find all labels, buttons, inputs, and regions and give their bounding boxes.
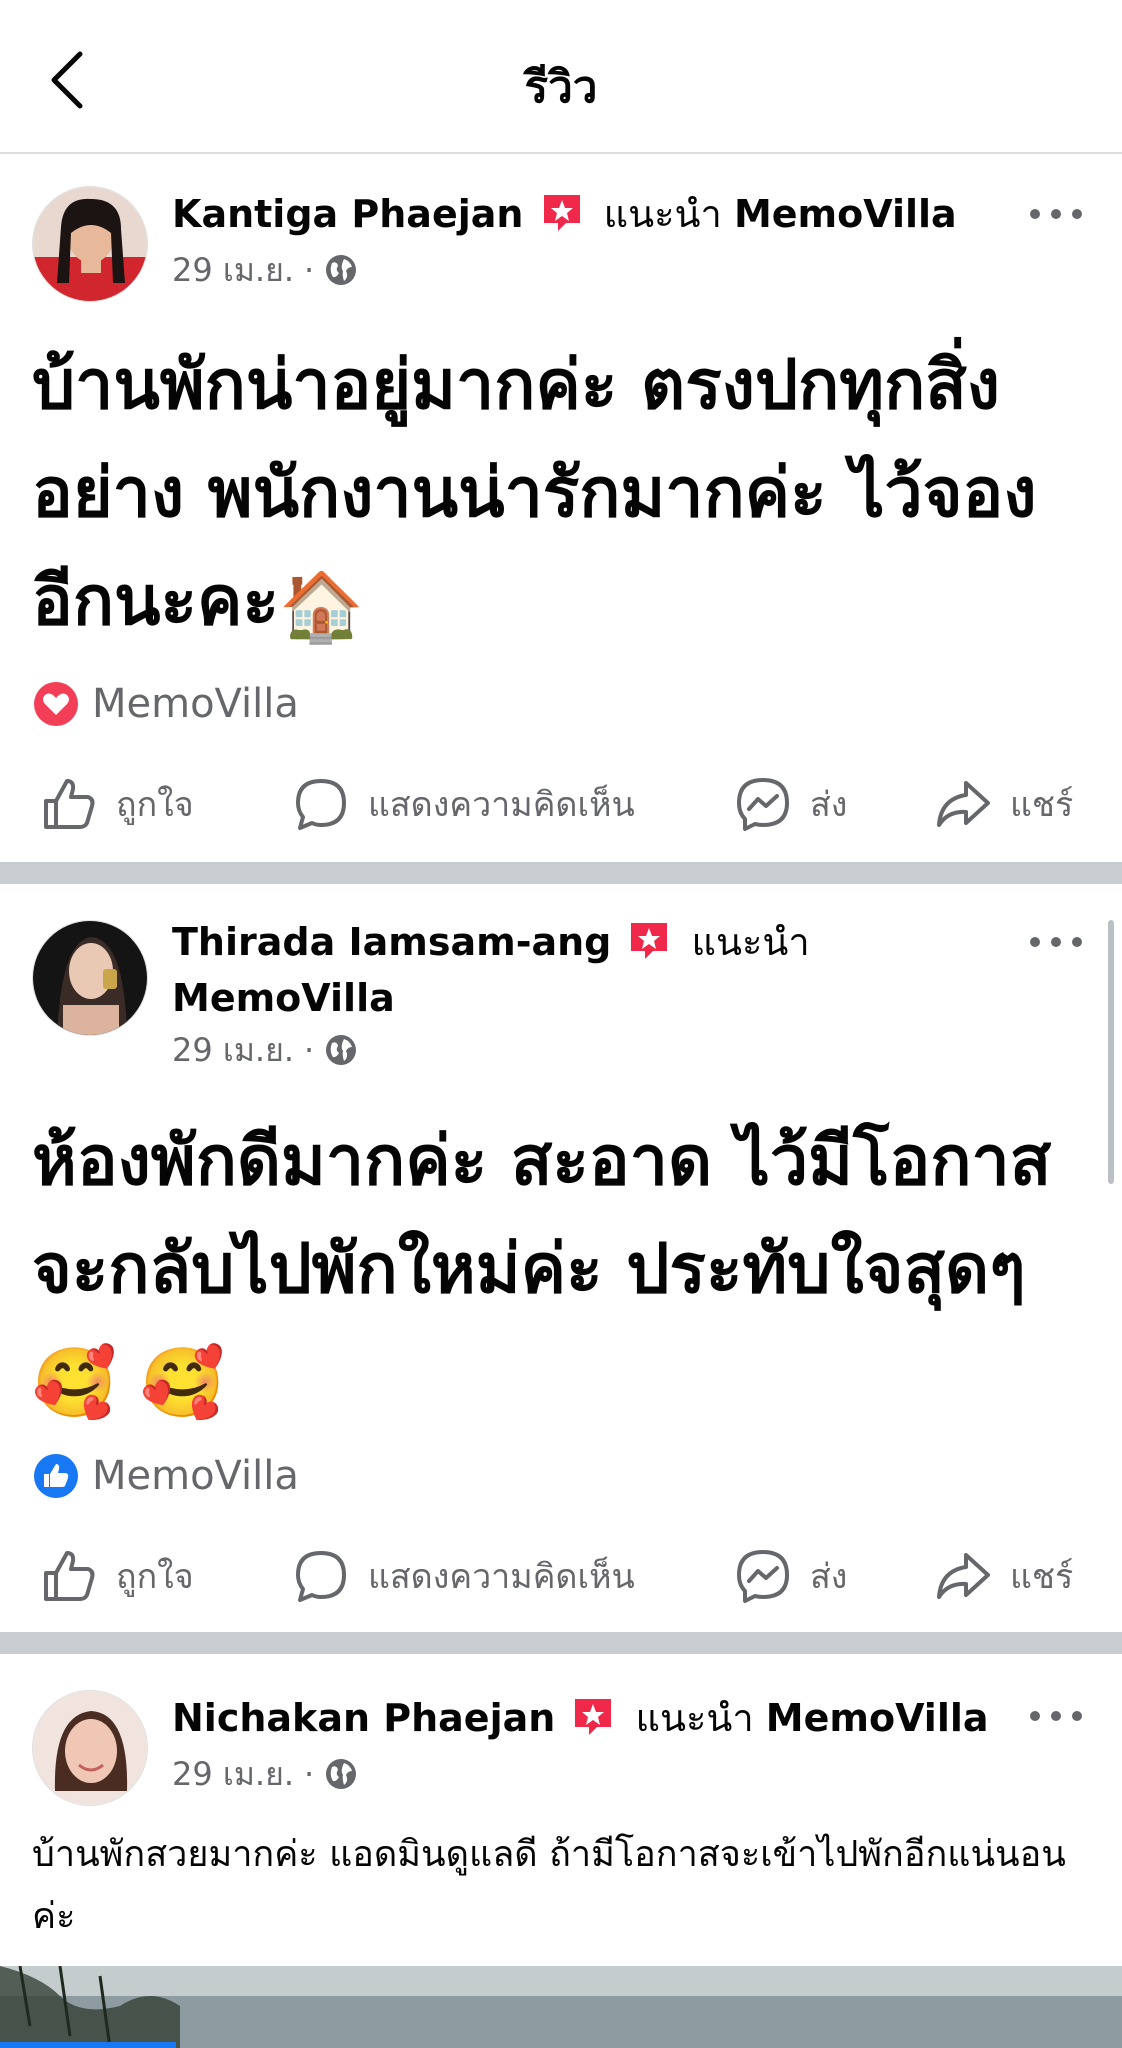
- thumbs-up-icon: [44, 1551, 95, 1601]
- globe-icon: [326, 1035, 357, 1065]
- author-name[interactable]: Nichakan Phaejan: [172, 1696, 555, 1740]
- globe-icon: [326, 1759, 357, 1789]
- share-arrow-icon: [937, 781, 990, 827]
- like-button[interactable]: ถูกใจ: [40, 1536, 194, 1616]
- page-name[interactable]: MemoVilla: [766, 1696, 989, 1740]
- review-text: บ้านพักสวยมากค่ะ แอดมินดูแลดี ถ้ามีโอกาส…: [32, 1834, 1066, 1937]
- reaction-label: MemoVilla: [92, 1453, 299, 1499]
- page-title: รีวิว: [524, 62, 598, 113]
- comment-label: แสดงความคิดเห็น: [368, 785, 635, 825]
- action-bar: ถูกใจ แสดงความคิดเห็น ส่ง แชร์: [0, 764, 1122, 844]
- review-card: Nichakan Phaejan แนะนำ MemoVilla 29 เม.ย…: [0, 1654, 1122, 1966]
- photo-progress-indicator: [0, 2042, 176, 2048]
- review-header: Nichakan Phaejan แนะนำ MemoVilla: [172, 1690, 1012, 1746]
- post-date[interactable]: 29 เม.ย.: [172, 245, 294, 296]
- reaction-label: MemoVilla: [92, 681, 299, 727]
- like-label: ถูกใจ: [116, 785, 194, 825]
- beach-photo-preview: [0, 1966, 1122, 2048]
- avatar[interactable]: [32, 1690, 148, 1806]
- like-label: ถูกใจ: [116, 1557, 194, 1597]
- review-card: Kantiga Phaejan แนะนำ MemoVilla 29 เม.ย.…: [0, 156, 1122, 860]
- reaction-summary[interactable]: MemoVilla: [32, 676, 299, 732]
- page-name[interactable]: MemoVilla: [172, 976, 395, 1020]
- more-options-button[interactable]: [1030, 932, 1082, 952]
- post-meta: 29 เม.ย. ·: [172, 248, 358, 292]
- avatar[interactable]: [32, 186, 148, 302]
- avatar[interactable]: [32, 920, 148, 1036]
- smiling-hearts-emoji-icon: 🥰 🥰: [32, 1344, 226, 1423]
- post-meta: 29 เม.ย. ·: [172, 1752, 358, 1796]
- more-options-button[interactable]: [1030, 1706, 1082, 1726]
- review-text: บ้านพักน่าอยู่มากค่ะ ตรงปกทุกสิ่งอย่าง พ…: [32, 332, 1082, 662]
- messenger-icon: [737, 1550, 789, 1603]
- send-button[interactable]: ส่ง: [734, 764, 847, 844]
- review-header: Thirada Iamsam-ang แนะนำ MemoVilla: [172, 914, 1012, 1026]
- divider: [0, 1632, 1122, 1654]
- heart-reaction-icon: [34, 682, 78, 726]
- dot-separator: ·: [304, 1031, 315, 1069]
- recommend-badge-icon: [631, 923, 668, 959]
- share-button[interactable]: แชร์: [934, 764, 1073, 844]
- house-emoji-icon: 🏠: [279, 568, 364, 647]
- comment-bubble-icon: [296, 779, 346, 830]
- share-label: แชร์: [1010, 1557, 1074, 1597]
- share-button[interactable]: แชร์: [934, 1536, 1073, 1616]
- globe-icon: [326, 255, 357, 285]
- share-arrow-icon: [937, 1553, 990, 1599]
- post-meta: 29 เม.ย. ·: [172, 1028, 358, 1072]
- comment-label: แสดงความคิดเห็น: [368, 1557, 635, 1597]
- comment-button[interactable]: แสดงความคิดเห็น: [292, 764, 635, 844]
- like-reaction-icon: [34, 1454, 78, 1498]
- post-photo[interactable]: [0, 1966, 1122, 2048]
- comment-bubble-icon: [296, 1551, 346, 1602]
- author-name[interactable]: Thirada Iamsam-ang: [172, 920, 611, 964]
- share-label: แชร์: [1010, 785, 1074, 825]
- send-label: ส่ง: [810, 1557, 848, 1597]
- recommend-badge-icon: [575, 1699, 612, 1735]
- author-name[interactable]: Kantiga Phaejan: [172, 192, 523, 236]
- recommend-text: แนะนำ: [635, 1696, 754, 1740]
- top-bar: รีวิว: [0, 0, 1122, 154]
- dot-separator: ·: [304, 251, 315, 289]
- thumbs-up-icon: [44, 779, 95, 829]
- recommend-text: แนะนำ: [603, 192, 722, 236]
- divider: [0, 862, 1122, 884]
- send-label: ส่ง: [810, 785, 848, 825]
- review-text: ห้องพักดีมากค่ะ สะอาด ไว้มีโอกาสจะกลับไป…: [32, 1108, 1082, 1438]
- page-name[interactable]: MemoVilla: [734, 192, 957, 236]
- scrollbar[interactable]: [1108, 920, 1114, 1184]
- messenger-icon: [737, 778, 789, 831]
- post-date[interactable]: 29 เม.ย.: [172, 1749, 294, 1800]
- send-button[interactable]: ส่ง: [734, 1536, 847, 1616]
- comment-button[interactable]: แสดงความคิดเห็น: [292, 1536, 635, 1616]
- action-bar: ถูกใจ แสดงความคิดเห็น ส่ง แชร์: [0, 1536, 1122, 1616]
- recommend-badge-icon: [543, 195, 580, 231]
- review-card: Thirada Iamsam-ang แนะนำ MemoVilla 29 เม…: [0, 884, 1122, 1630]
- review-header: Kantiga Phaejan แนะนำ MemoVilla: [172, 186, 1012, 242]
- post-date[interactable]: 29 เม.ย.: [172, 1025, 294, 1076]
- like-button[interactable]: ถูกใจ: [40, 764, 194, 844]
- more-options-button[interactable]: [1030, 204, 1082, 224]
- dot-separator: ·: [304, 1755, 315, 1793]
- recommend-text: แนะนำ: [691, 920, 810, 964]
- reaction-summary[interactable]: MemoVilla: [32, 1448, 299, 1504]
